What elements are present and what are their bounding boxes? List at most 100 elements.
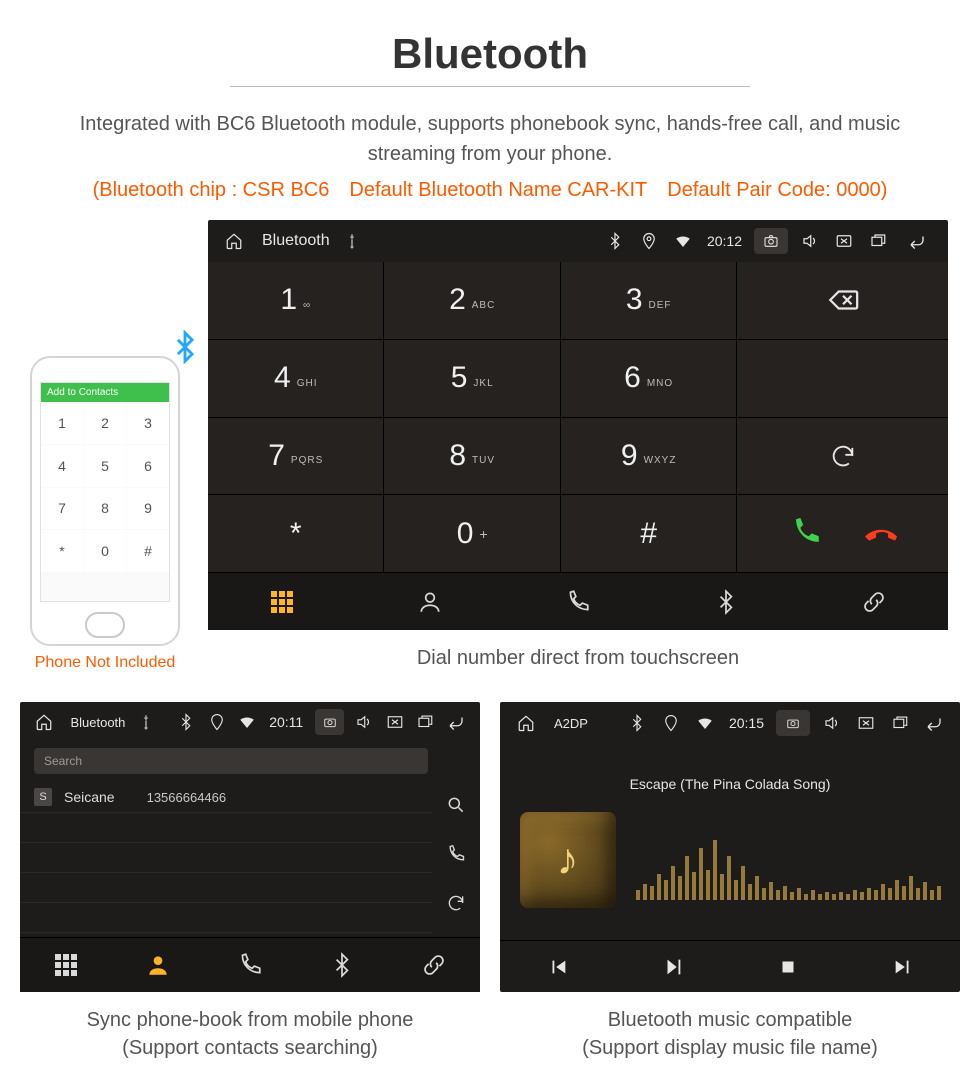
recent-apps-icon[interactable] bbox=[888, 711, 912, 735]
dial-key-7[interactable]: 7PQRS bbox=[208, 418, 383, 495]
search-icon[interactable] bbox=[446, 795, 466, 818]
phone-key: 4 bbox=[41, 445, 83, 487]
contact-initial: S bbox=[34, 788, 52, 806]
call-controls bbox=[737, 495, 948, 572]
dial-key-*[interactable]: * bbox=[208, 495, 383, 572]
app-title: A2DP bbox=[554, 716, 588, 731]
tab-pair[interactable] bbox=[800, 573, 948, 630]
home-icon[interactable] bbox=[34, 710, 54, 734]
page-description: Integrated with BC6 Bluetooth module, su… bbox=[20, 109, 960, 169]
phone-mock-header: Add to Contacts bbox=[41, 383, 169, 402]
play-pause-button[interactable] bbox=[615, 941, 730, 992]
phone-illustration: Add to Contacts 123456789*0# bbox=[30, 356, 180, 646]
clock: 20:12 bbox=[707, 233, 742, 249]
tab-pair[interactable] bbox=[388, 938, 480, 992]
dialer-caption: Dial number direct from touchscreen bbox=[208, 644, 948, 672]
close-app-icon[interactable] bbox=[385, 710, 405, 734]
search-placeholder: Search bbox=[44, 754, 82, 768]
recent-apps-icon[interactable] bbox=[866, 229, 890, 253]
bluetooth-icon bbox=[176, 710, 196, 734]
phone-key: 6 bbox=[127, 445, 169, 487]
phone-key: 0 bbox=[84, 530, 126, 572]
dial-key-4[interactable]: 4GHI bbox=[208, 340, 383, 417]
status-bar: Bluetooth 20:12 bbox=[208, 220, 948, 262]
search-input[interactable]: Search bbox=[34, 748, 428, 774]
contact-phone: 13566664466 bbox=[147, 790, 227, 805]
music-screen: A2DP 20:15 Escape (The Pina Colada Song)… bbox=[500, 702, 960, 992]
back-icon[interactable] bbox=[446, 710, 466, 734]
app-title: Bluetooth bbox=[262, 232, 330, 250]
tab-bluetooth[interactable] bbox=[652, 573, 800, 630]
screenshot-icon[interactable] bbox=[754, 228, 788, 254]
contact-row[interactable]: S Seicane 13566664466 bbox=[20, 782, 432, 813]
status-bar: A2DP 20:15 bbox=[500, 702, 960, 744]
bluetooth-icon bbox=[625, 711, 649, 735]
close-app-icon[interactable] bbox=[832, 229, 856, 253]
backspace-button[interactable] bbox=[737, 262, 948, 339]
dial-key-0[interactable]: 0+ bbox=[384, 495, 559, 572]
stop-button[interactable] bbox=[730, 941, 845, 992]
call-button[interactable] bbox=[789, 515, 823, 552]
equalizer bbox=[636, 820, 941, 900]
dial-key-3[interactable]: 3DEF bbox=[561, 262, 736, 339]
call-icon[interactable] bbox=[446, 844, 466, 867]
contacts-caption: Sync phone-book from mobile phone (Suppo… bbox=[20, 1006, 480, 1062]
phone-key: 3 bbox=[127, 402, 169, 444]
contact-row-empty bbox=[20, 843, 432, 873]
next-button[interactable] bbox=[845, 941, 960, 992]
dial-key-#[interactable]: # bbox=[561, 495, 736, 572]
divider bbox=[230, 86, 750, 87]
wifi-icon bbox=[671, 229, 695, 253]
album-art: ♪ bbox=[520, 812, 616, 908]
phone-key: 1 bbox=[41, 402, 83, 444]
dial-key-8[interactable]: 8TUV bbox=[384, 418, 559, 495]
location-icon bbox=[206, 710, 226, 734]
screenshot-icon[interactable] bbox=[776, 710, 810, 736]
phone-key: 8 bbox=[84, 488, 126, 530]
home-icon[interactable] bbox=[514, 711, 538, 735]
volume-icon[interactable] bbox=[798, 229, 822, 253]
contact-name: Seicane bbox=[64, 789, 115, 805]
song-title: Escape (The Pina Colada Song) bbox=[630, 776, 831, 792]
tab-dialpad[interactable] bbox=[208, 573, 356, 630]
bluetooth-specs: (Bluetooth chip : CSR BC6 Default Blueto… bbox=[20, 179, 960, 202]
hangup-button[interactable] bbox=[855, 509, 905, 559]
clock: 20:11 bbox=[269, 714, 303, 730]
volume-icon[interactable] bbox=[820, 711, 844, 735]
phone-not-included-note: Phone Not Included bbox=[20, 654, 190, 672]
sync-icon[interactable] bbox=[446, 893, 466, 916]
blank bbox=[737, 340, 948, 417]
usb-icon bbox=[135, 710, 155, 734]
close-app-icon[interactable] bbox=[854, 711, 878, 735]
phone-key: 9 bbox=[127, 488, 169, 530]
back-icon[interactable] bbox=[922, 711, 946, 735]
contacts-screen: Bluetooth 20:11 Search SSeicane135666644… bbox=[20, 702, 480, 992]
tab-call-log[interactable] bbox=[204, 938, 296, 992]
volume-icon[interactable] bbox=[354, 710, 374, 734]
phone-home-button bbox=[85, 612, 125, 638]
phone-key: * bbox=[41, 530, 83, 572]
home-icon[interactable] bbox=[222, 229, 246, 253]
location-icon bbox=[637, 229, 661, 253]
phone-key: 5 bbox=[84, 445, 126, 487]
music-caption: Bluetooth music compatible (Support disp… bbox=[500, 1006, 960, 1062]
dial-key-6[interactable]: 6MNO bbox=[561, 340, 736, 417]
tab-contacts[interactable] bbox=[112, 938, 204, 992]
tab-call-log[interactable] bbox=[504, 573, 652, 630]
recent-apps-icon[interactable] bbox=[415, 710, 435, 734]
screenshot-icon[interactable] bbox=[315, 709, 344, 735]
tab-contacts[interactable] bbox=[356, 573, 504, 630]
dial-key-9[interactable]: 9WXYZ bbox=[561, 418, 736, 495]
dial-key-1[interactable]: 1∞ bbox=[208, 262, 383, 339]
tab-dialpad[interactable] bbox=[20, 938, 112, 992]
tab-bluetooth[interactable] bbox=[296, 938, 388, 992]
contact-row-empty bbox=[20, 813, 432, 843]
dial-key-2[interactable]: 2ABC bbox=[384, 262, 559, 339]
location-icon bbox=[659, 711, 683, 735]
back-icon[interactable] bbox=[900, 229, 934, 253]
dial-key-5[interactable]: 5JKL bbox=[384, 340, 559, 417]
dialer-screen: Bluetooth 20:12 1∞2ABC3DEF 4GHI5JKL6MNO 7P… bbox=[208, 220, 948, 630]
redial-button[interactable] bbox=[737, 418, 948, 495]
prev-button[interactable] bbox=[500, 941, 615, 992]
bluetooth-icon bbox=[603, 229, 627, 253]
